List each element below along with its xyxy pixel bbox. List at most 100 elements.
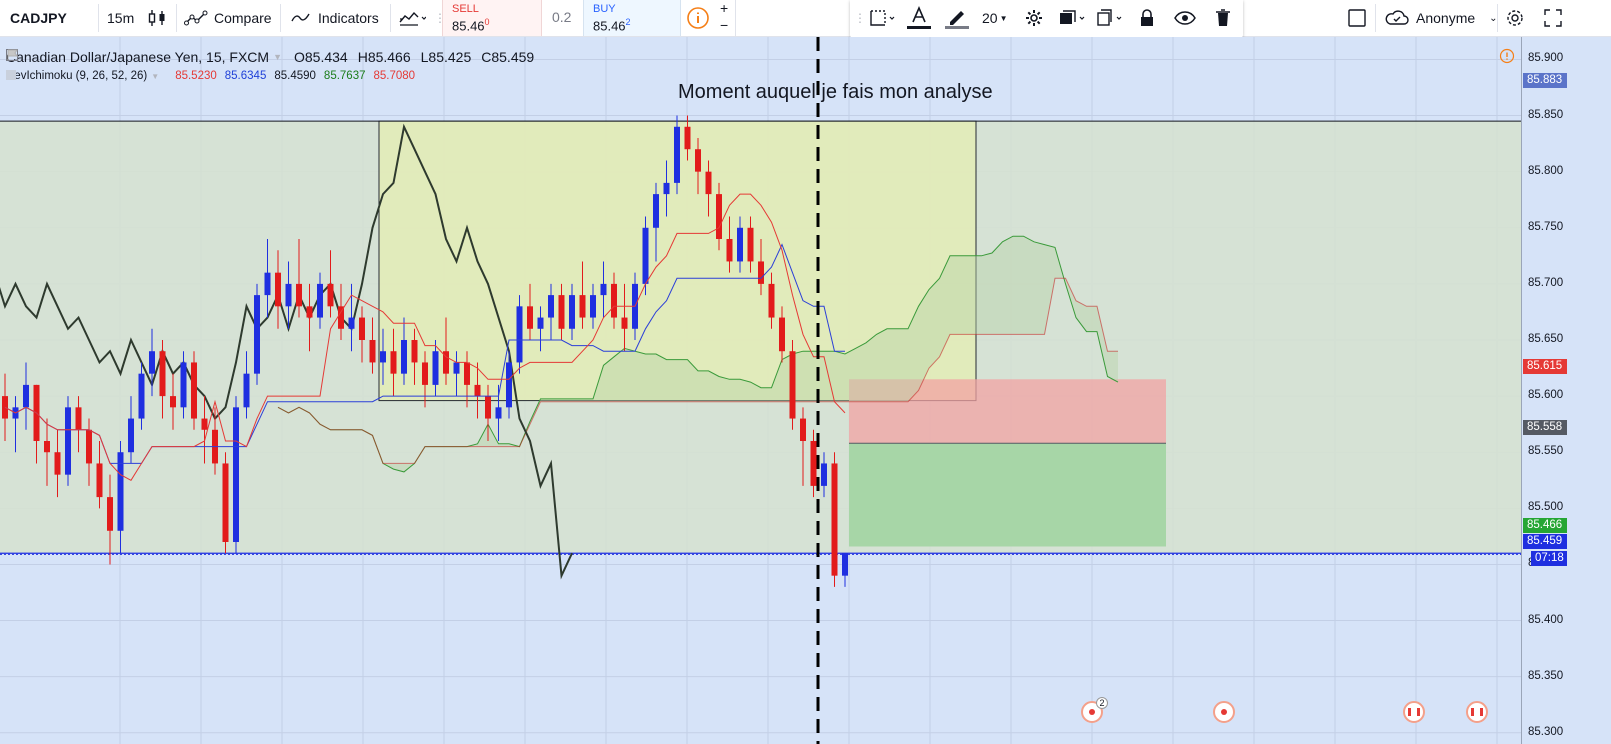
quantity-stepper[interactable]: + − (714, 0, 736, 36)
candle-body (243, 373, 250, 408)
candle-body (317, 283, 323, 318)
settings-icon[interactable] (1505, 0, 1525, 36)
candle-body (558, 295, 565, 329)
increase-button[interactable]: + (720, 0, 728, 16)
indicator-value-3: 85.4590 (274, 70, 316, 82)
price-tag-text: 85.466 (1527, 519, 1563, 531)
canada-flag-event-marker[interactable] (1466, 701, 1488, 723)
buy-label: BUY (593, 3, 616, 15)
analysis-annotation[interactable]: Moment auquel je fais mon analyse (678, 81, 993, 104)
ohlc-values: O85.434 H85.466 L85.425 C85.459 (294, 49, 544, 65)
drag-handle-icon[interactable]: ⋮ (854, 0, 866, 36)
candle-body (506, 362, 512, 408)
compare-button[interactable]: Compare (184, 0, 272, 36)
candle-body (527, 306, 533, 329)
candle-body (138, 373, 145, 419)
candle-body (264, 272, 271, 296)
candles-icon[interactable] (147, 0, 167, 36)
text-color-icon[interactable] (906, 0, 932, 36)
candle-body (485, 396, 491, 419)
candle-body (537, 317, 544, 329)
candle-body (201, 418, 208, 430)
candle-body (54, 452, 61, 475)
candle-body (65, 407, 71, 475)
fullscreen-icon[interactable] (1543, 0, 1563, 36)
economic-event-marker[interactable]: 2 (1081, 697, 1108, 723)
interval-button[interactable]: 15m (107, 0, 134, 36)
candle-body (684, 126, 691, 150)
price-tag-text: 85.459 (1527, 535, 1563, 547)
candle-body (191, 362, 197, 419)
sell-button[interactable]: SELL 85.460 (442, 0, 542, 36)
price-tick-label: 85.800 (1528, 164, 1564, 177)
canada-flag-event-marker[interactable] (1403, 701, 1425, 723)
alert-icon[interactable] (1499, 48, 1515, 64)
candle-body (380, 351, 386, 363)
lock-icon[interactable] (1138, 0, 1156, 36)
candle-body (495, 407, 502, 419)
chevron-down-icon[interactable]: ▼ (273, 52, 282, 62)
candle-body (107, 497, 113, 531)
buy-button[interactable]: BUY 85.462 (583, 0, 681, 36)
pencil-color-icon[interactable] (944, 0, 970, 36)
toolbar-divider (1375, 4, 1376, 32)
indicators-button[interactable]: Indicators (290, 0, 379, 36)
sell-price-pip: 0 (484, 17, 490, 27)
candle-body (548, 295, 554, 318)
user-label: Anonyme (1416, 10, 1476, 26)
candle-body (96, 463, 103, 498)
candle-body (306, 306, 313, 318)
candle-body (338, 306, 344, 329)
bar-countdown: 07:18 (1531, 551, 1567, 566)
sell-price: 85.460 (452, 17, 490, 33)
candle-body (359, 317, 365, 340)
gear-icon[interactable] (1024, 0, 1044, 36)
close-icon[interactable] (6, 70, 16, 80)
candle-body (422, 362, 428, 385)
eye-icon[interactable] (1174, 0, 1196, 36)
candle-body (44, 441, 50, 453)
chart-canvas[interactable] (0, 37, 1521, 744)
compare-icon (184, 10, 208, 26)
indicators-label: Indicators (318, 10, 379, 26)
candle-body (222, 463, 229, 542)
candle-body (117, 452, 124, 531)
candle-body (327, 283, 334, 307)
indicator-name: RevIchimoku (9, 26, 52, 26) (6, 70, 148, 82)
chevron-down-icon[interactable]: ▼ (151, 72, 159, 81)
chart-pane[interactable]: Canadian Dollar/Japanese Yen, 15, FXCM ▼… (0, 37, 1521, 744)
event-dot-icon (1221, 709, 1227, 715)
candle-body (789, 351, 796, 419)
close-value: C85.459 (481, 49, 535, 65)
line-tool-icon[interactable] (868, 0, 898, 36)
price-tag-text: 85.558 (1527, 421, 1563, 433)
decrease-button[interactable]: − (720, 17, 728, 33)
font-size-select[interactable]: 20 ▼ (982, 0, 1008, 36)
font-size-value: 20 (982, 10, 998, 26)
candle-body (453, 362, 460, 374)
toolbar-divider (98, 4, 99, 32)
symbol-search-button[interactable]: CADJPY (10, 0, 67, 36)
low-value: L85.425 (420, 49, 472, 65)
info-icon[interactable] (686, 0, 710, 36)
price-scale[interactable]: 85.900 85.850 85.800 85.750 85.700 85.650 85.6… (1521, 37, 1611, 744)
candle-body (590, 295, 596, 318)
layers-icon[interactable] (1058, 0, 1088, 36)
trash-icon[interactable] (1214, 0, 1232, 36)
candle-body (149, 351, 155, 374)
candle-body (579, 295, 586, 318)
clone-icon[interactable] (1096, 0, 1126, 36)
price-tick-label: 85.650 (1528, 333, 1564, 345)
candle-body (233, 407, 239, 542)
price-tick-label: 85.750 (1528, 220, 1564, 233)
candle-body (159, 351, 166, 397)
price-tick-label: 85.900 (1528, 52, 1564, 65)
candle-body (348, 317, 355, 329)
candle-body (842, 553, 848, 576)
account-menu[interactable]: Anonyme ⌄ (1384, 0, 1498, 36)
economic-event-marker[interactable] (1213, 701, 1235, 723)
fullscreen-toggle-icon[interactable] (1347, 0, 1367, 36)
event-count-badge: 2 (1096, 697, 1108, 709)
templates-icon[interactable] (398, 0, 426, 36)
buy-price-pip: 2 (625, 17, 631, 27)
